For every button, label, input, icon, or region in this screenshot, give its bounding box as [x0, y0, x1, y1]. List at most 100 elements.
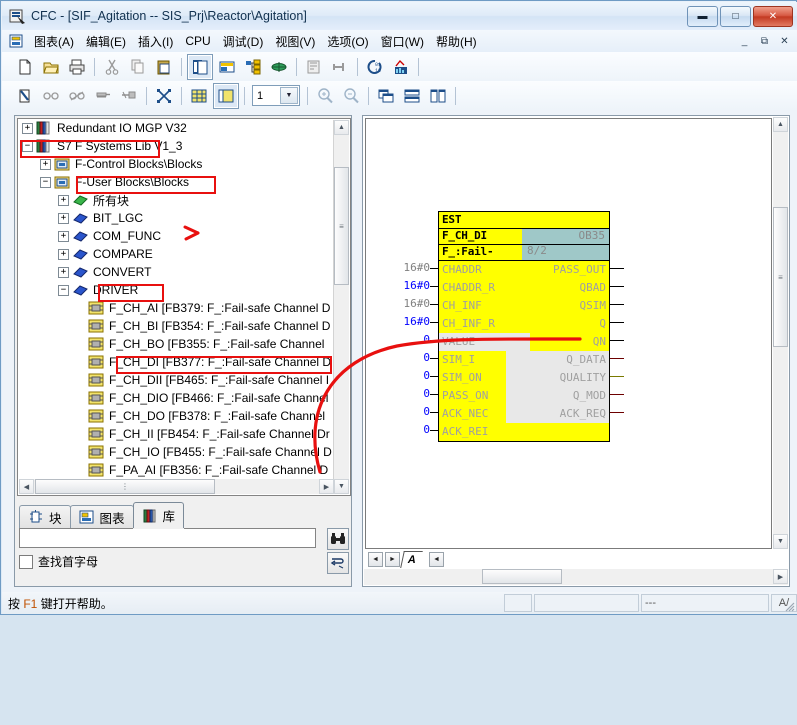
canvas-horizontal-scrollbar[interactable]: ▶	[364, 569, 788, 585]
tree-item-f-ch-io[interactable]: F_CH_IO [FB455: F_:Fail-safe Channel D	[18, 443, 334, 461]
input-value-ch-inf-r[interactable]: 16#0	[390, 315, 431, 329]
canvas-scroll-thumb[interactable]: ≡	[773, 207, 788, 347]
block-output-q-mod[interactable]: Q_MOD	[506, 387, 609, 405]
tree-item-all-blocks[interactable]: + 所有块	[18, 191, 334, 209]
sheet-view-icon[interactable]	[215, 55, 239, 79]
block-output-ack-req[interactable]: ACK_REQ	[506, 405, 609, 423]
scroll-right-icon[interactable]: ▶	[319, 479, 334, 494]
fit-to-window-icon[interactable]	[152, 84, 176, 108]
scroll-down-icon[interactable]: ▼	[334, 479, 349, 494]
collapse-icon[interactable]: −	[22, 140, 33, 152]
menu-cpu[interactable]: CPU	[179, 32, 216, 50]
block-input-value[interactable]: VALUE	[439, 333, 530, 351]
cfc-block-f-ch-di[interactable]: OB35 8/2 EST F_CH_DI F_:Fail- CHADDR CHAD…	[438, 211, 610, 442]
catalog-tree[interactable]: + Redundant IO MGP V32 − S7 F Systems Lib V…	[17, 118, 351, 496]
input-value-sim-on[interactable]: 0	[390, 369, 430, 383]
tile-horizontal-icon[interactable]	[400, 84, 424, 108]
collapse-icon[interactable]: −	[58, 284, 69, 296]
tree-hscroll-thumb[interactable]: ⋮	[35, 479, 215, 494]
statistics-icon[interactable]	[389, 55, 413, 79]
tree-item-driver[interactable]: − DRIVER	[18, 281, 334, 299]
minimize-button[interactable]: ▬	[687, 6, 718, 27]
tree-item-f-ch-di[interactable]: F_CH_DI [FB377: F_:Fail-safe Channel D	[18, 353, 334, 371]
menu-chart[interactable]: 图表(A)	[28, 31, 80, 52]
canvas-hscroll-thumb[interactable]	[482, 569, 562, 584]
menu-window[interactable]: 窗口(W)	[375, 31, 430, 52]
menu-help[interactable]: 帮助(H)	[430, 31, 483, 52]
cascade-windows-icon[interactable]	[374, 84, 398, 108]
tree-item-convert[interactable]: + CONVERT	[18, 263, 334, 281]
collapse-icon[interactable]: −	[40, 176, 51, 188]
tab-libraries[interactable]: 库	[132, 502, 185, 528]
overview-icon[interactable]	[241, 55, 265, 79]
tree-item-f-ch-do[interactable]: F_CH_DO [FB378: F_:Fail-safe Channel	[18, 407, 334, 425]
input-value-sim-i[interactable]: 0	[390, 351, 430, 365]
canvas-vertical-scrollbar[interactable]: ▲ ≡ ▼	[773, 117, 788, 549]
tree-item-s7-f-systems-lib[interactable]: − S7 F Systems Lib V1_3	[18, 137, 334, 155]
block-output-qsim[interactable]: QSIM	[580, 297, 607, 315]
tree-item-compare[interactable]: + COMPARE	[18, 245, 334, 263]
chart-view-icon[interactable]	[187, 53, 213, 80]
tree-item-f-ch-ai[interactable]: F_CH_AI [FB379: F_:Fail-safe Channel D	[18, 299, 334, 317]
mdi-minimize-button[interactable]: _	[735, 32, 754, 51]
expand-icon[interactable]: +	[58, 266, 69, 278]
block-input-sim-i[interactable]: SIM_I	[442, 351, 475, 369]
new-icon[interactable]	[13, 55, 37, 79]
input-value-ch-inf[interactable]: 16#0	[390, 297, 431, 311]
tree-scroll-thumb[interactable]: ≡	[334, 167, 349, 285]
expand-icon[interactable]: +	[58, 248, 69, 260]
sheet-prev-button[interactable]: ◄	[368, 552, 383, 567]
chart-canvas[interactable]: OB35 8/2 EST F_CH_DI F_:Fail- CHADDR CHAD…	[365, 118, 772, 549]
mdi-close-button[interactable]: ✕	[775, 32, 794, 51]
test-mode-icon[interactable]: 01 10	[363, 55, 387, 79]
input-value-value[interactable]: 0	[390, 333, 430, 347]
expand-icon[interactable]: +	[40, 158, 51, 170]
block-output-pass-out[interactable]: PASS_OUT	[553, 261, 606, 279]
expand-icon[interactable]: +	[22, 122, 33, 134]
block-input-sim-on[interactable]: SIM_ON	[442, 369, 482, 387]
tree-item-f-ch-dii[interactable]: F_CH_DII [FB465: F_:Fail-safe Channel I	[18, 371, 334, 389]
sheet-tab-a[interactable]: A	[400, 551, 423, 568]
maximize-button[interactable]: □	[720, 6, 751, 27]
block-input-chaddr-r[interactable]: CHADDR_R	[442, 279, 495, 297]
find-button[interactable]	[327, 528, 349, 550]
menu-insert[interactable]: 插入(I)	[132, 31, 179, 52]
tree-item-f-control-blocks[interactable]: + F-Control Blocks\Blocks	[18, 155, 334, 173]
block-output-quality[interactable]: QUALITY	[506, 369, 609, 387]
tree-horizontal-scrollbar[interactable]: ◀ ⋮ ▶	[19, 479, 334, 494]
jump-to-button[interactable]	[327, 552, 349, 574]
menu-view[interactable]: 视图(V)	[269, 31, 321, 52]
canvas-scroll-down-icon[interactable]: ▼	[773, 534, 788, 549]
tree-item-f-ch-dio[interactable]: F_CH_DIO [FB466: F_:Fail-safe Channel	[18, 389, 334, 407]
block-input-ch-inf[interactable]: CH_INF	[442, 297, 482, 315]
tree-item-redundant-io[interactable]: + Redundant IO MGP V32	[18, 119, 334, 137]
canvas-scroll-right-icon[interactable]: ▶	[773, 569, 788, 584]
block-output-q-data[interactable]: Q_DATA	[506, 351, 609, 369]
block-input-ack-nec[interactable]: ACK_NEC	[442, 405, 488, 423]
sheet-grid-icon[interactable]	[213, 82, 239, 109]
input-value-chaddr[interactable]: 16#0	[390, 261, 431, 275]
block-output-qn[interactable]: QN	[593, 333, 606, 351]
tab-charts[interactable]: 图表	[69, 505, 134, 528]
mdi-restore-button[interactable]: ⧉	[755, 32, 774, 51]
canvas-scroll-up-icon[interactable]: ▲	[773, 117, 788, 132]
menu-options[interactable]: 选项(O)	[321, 31, 374, 52]
tree-item-bit-lgc[interactable]: + BIT_LGC	[18, 209, 334, 227]
menu-debug[interactable]: 调试(D)	[217, 31, 270, 52]
search-input[interactable]	[19, 528, 316, 548]
tree-item-f-ch-bo[interactable]: F_CH_BO [FB355: F_:Fail-safe Channel	[18, 335, 334, 353]
block-input-ack-rei[interactable]: ACK_REI	[442, 423, 488, 441]
expand-icon[interactable]: +	[58, 212, 69, 224]
grid-table-icon[interactable]	[187, 84, 211, 108]
sheet-page-prev-button[interactable]: ◄	[428, 552, 444, 567]
first-letter-search-row[interactable]: 查找首字母	[19, 553, 98, 570]
tile-vertical-icon[interactable]	[426, 84, 450, 108]
scroll-left-icon[interactable]: ◀	[19, 479, 34, 494]
close-button[interactable]: ✕	[753, 6, 793, 27]
tree-item-f-ch-bi[interactable]: F_CH_BI [FB354: F_:Fail-safe Channel D	[18, 317, 334, 335]
open-block-icon[interactable]	[13, 84, 37, 108]
block-output-q[interactable]: Q	[599, 315, 606, 333]
tree-item-com-func[interactable]: + COM_FUNC	[18, 227, 334, 245]
block-input-ch-inf-r[interactable]: CH_INF_R	[442, 315, 495, 333]
block-output-qbad[interactable]: QBAD	[580, 279, 607, 297]
